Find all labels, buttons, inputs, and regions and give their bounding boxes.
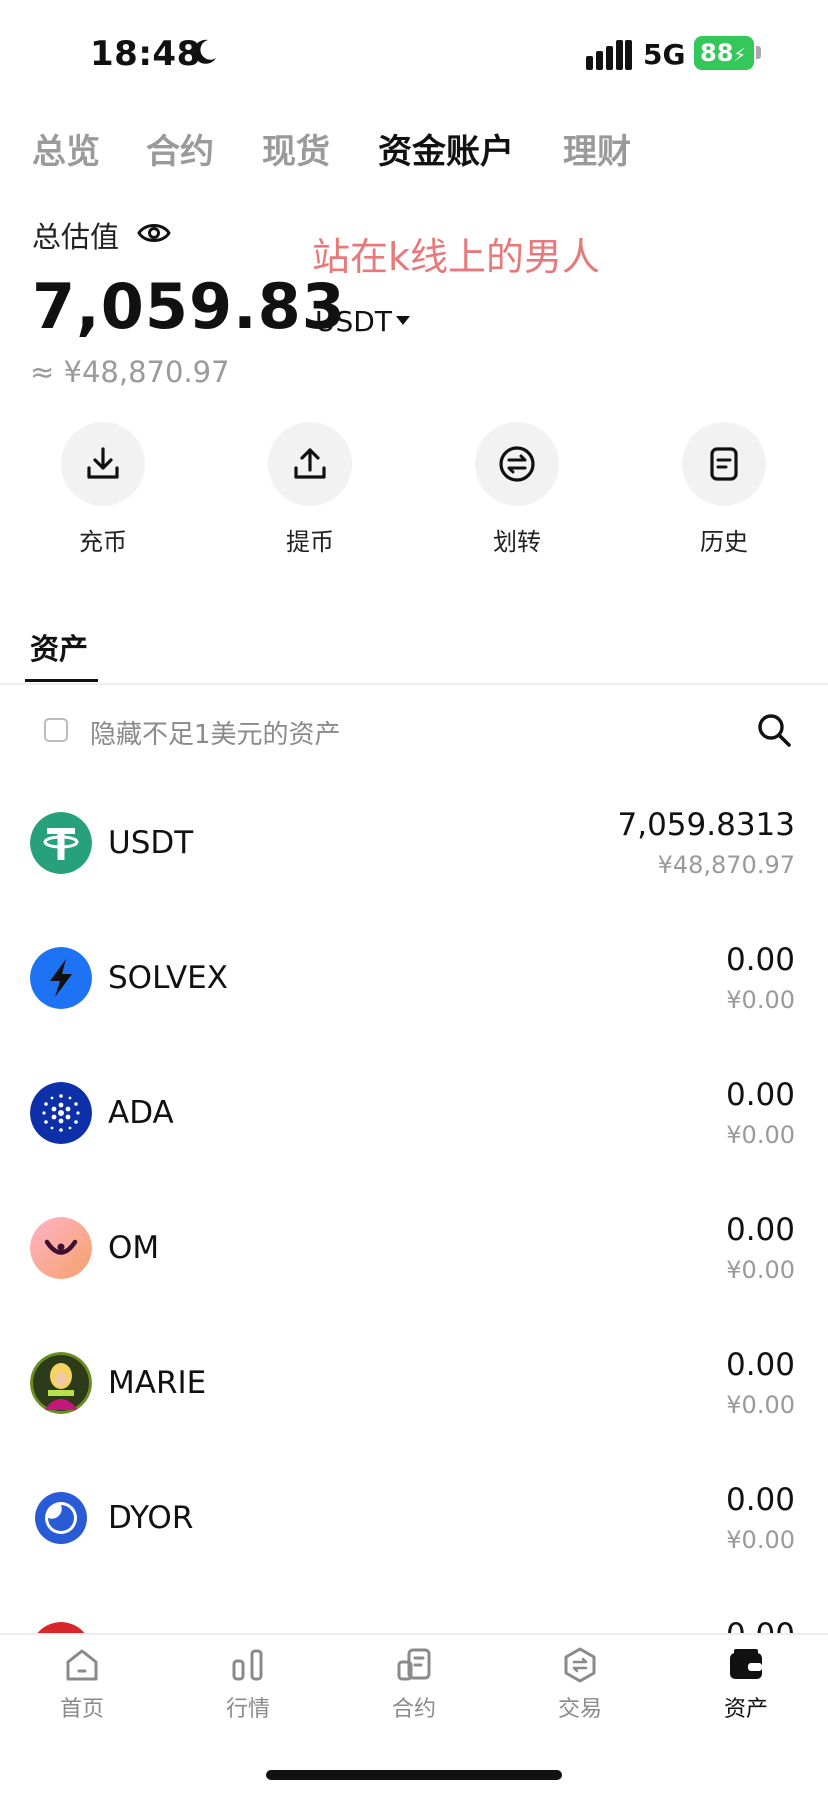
- asset-fiat: ¥0.00: [726, 1121, 795, 1149]
- om-icon: [30, 1217, 92, 1279]
- status-time: 18:48: [90, 34, 201, 74]
- nav-trade[interactable]: 交易: [520, 1645, 640, 1723]
- charging-icon: ⚡: [733, 45, 747, 66]
- wallet-icon: [730, 1649, 762, 1679]
- home-icon: [66, 1649, 98, 1681]
- deposit-button[interactable]: [61, 422, 145, 506]
- hide-small-checkbox[interactable]: [44, 718, 68, 742]
- asset-symbol: MARIE: [108, 1365, 207, 1401]
- signal-icon: [586, 40, 632, 70]
- asset-row-solvex[interactable]: SOLVEX 0.00 ¥0.00: [0, 908, 828, 1043]
- asset-amount: 0.00: [725, 1212, 795, 1248]
- tab-contract[interactable]: 合约: [146, 124, 214, 173]
- asset-symbol: OM: [108, 1230, 160, 1266]
- asset-amount: 0.00: [725, 942, 795, 978]
- asset-row-marie[interactable]: MARIE 0.00 ¥0.00: [0, 1313, 828, 1448]
- asset-amount: 0.00: [725, 1347, 795, 1383]
- nav-contract[interactable]: 合约: [354, 1645, 474, 1723]
- history-button[interactable]: [682, 422, 766, 506]
- battery-nub: [756, 46, 761, 59]
- battery-indicator: 88⚡: [694, 36, 754, 70]
- withdraw-button[interactable]: [268, 422, 352, 506]
- tab-funding-account[interactable]: 资金账户: [378, 124, 514, 173]
- market-icon: [232, 1649, 263, 1681]
- nav-home[interactable]: 首页: [22, 1645, 142, 1723]
- contract-icon: [397, 1648, 431, 1681]
- trade-icon: [564, 1647, 596, 1683]
- nav-trade-label: 交易: [557, 1697, 602, 1722]
- tab-assets[interactable]: 资产: [30, 626, 88, 668]
- asset-fiat: ¥0.00: [726, 986, 795, 1014]
- asset-amount: 7,059.8313: [617, 807, 796, 843]
- nav-assets[interactable]: 资产: [686, 1645, 806, 1723]
- asset-row-ada[interactable]: ADA 0.00 ¥0.00: [0, 1043, 828, 1178]
- asset-symbol: ADA: [108, 1095, 174, 1131]
- withdraw-label: 提币: [286, 528, 334, 556]
- watermark-text: 站在k线上的男人: [312, 235, 601, 279]
- eye-icon[interactable]: [137, 218, 171, 248]
- tab-overview[interactable]: 总览: [32, 124, 100, 173]
- nav-contract-label: 合约: [391, 1697, 436, 1722]
- fiat-equivalent: ≈ ¥48,870.97: [30, 355, 230, 389]
- asset-amount: 0.00: [725, 1077, 795, 1113]
- divider: [0, 683, 828, 685]
- transfer-button[interactable]: [475, 422, 559, 506]
- network-label: 5G: [643, 38, 686, 71]
- nav-assets-label: 资产: [723, 1697, 768, 1722]
- transfer-label: 划转: [493, 528, 541, 556]
- dyor-icon: [30, 1487, 92, 1549]
- asset-symbol: SOLVEX: [108, 960, 228, 996]
- tab-spot[interactable]: 现货: [262, 124, 330, 173]
- usdt-icon: [30, 812, 92, 874]
- deposit-label: 充币: [79, 528, 127, 556]
- asset-symbol: DYOR: [108, 1500, 194, 1536]
- withdraw-icon: [294, 448, 326, 479]
- asset-amount: 0.00: [725, 1482, 795, 1518]
- solvex-icon: [30, 947, 92, 1009]
- total-value-label: 总估值: [32, 220, 120, 254]
- marie-icon: [30, 1352, 92, 1414]
- search-icon[interactable]: [756, 712, 792, 748]
- asset-fiat: ¥0.00: [726, 1526, 795, 1554]
- asset-symbol: USDT: [108, 825, 194, 861]
- ada-icon: [30, 1082, 92, 1144]
- asset-row-om[interactable]: OM 0.00 ¥0.00: [0, 1178, 828, 1313]
- asset-fiat: ¥0.00: [726, 1256, 795, 1284]
- moon-icon: [193, 39, 216, 64]
- asset-row-usdt[interactable]: USDT 7,059.8313 ¥48,870.97: [0, 773, 828, 908]
- tab-earn[interactable]: 理财: [563, 124, 631, 173]
- asset-fiat: ¥48,870.97: [657, 851, 795, 879]
- transfer-icon: [499, 446, 535, 482]
- nav-market[interactable]: 行情: [188, 1645, 308, 1723]
- nav-home-label: 首页: [59, 1697, 104, 1722]
- history-label: 历史: [700, 528, 748, 556]
- deposit-icon: [87, 447, 119, 479]
- home-indicator: [266, 1770, 562, 1780]
- asset-row-dyor[interactable]: DYOR 0.00 ¥0.00: [0, 1448, 828, 1583]
- caret-down-icon[interactable]: [396, 316, 410, 326]
- nav-market-label: 行情: [225, 1697, 270, 1722]
- hide-small-label[interactable]: 隐藏不足1美元的资产: [90, 714, 341, 751]
- asset-fiat: ¥0.00: [726, 1391, 795, 1419]
- battery-level: 88: [700, 39, 734, 67]
- total-balance: 7,059.83: [32, 270, 346, 343]
- tab-underline: [25, 679, 98, 682]
- history-icon: [710, 447, 738, 481]
- currency-selector[interactable]: USDT: [315, 305, 392, 338]
